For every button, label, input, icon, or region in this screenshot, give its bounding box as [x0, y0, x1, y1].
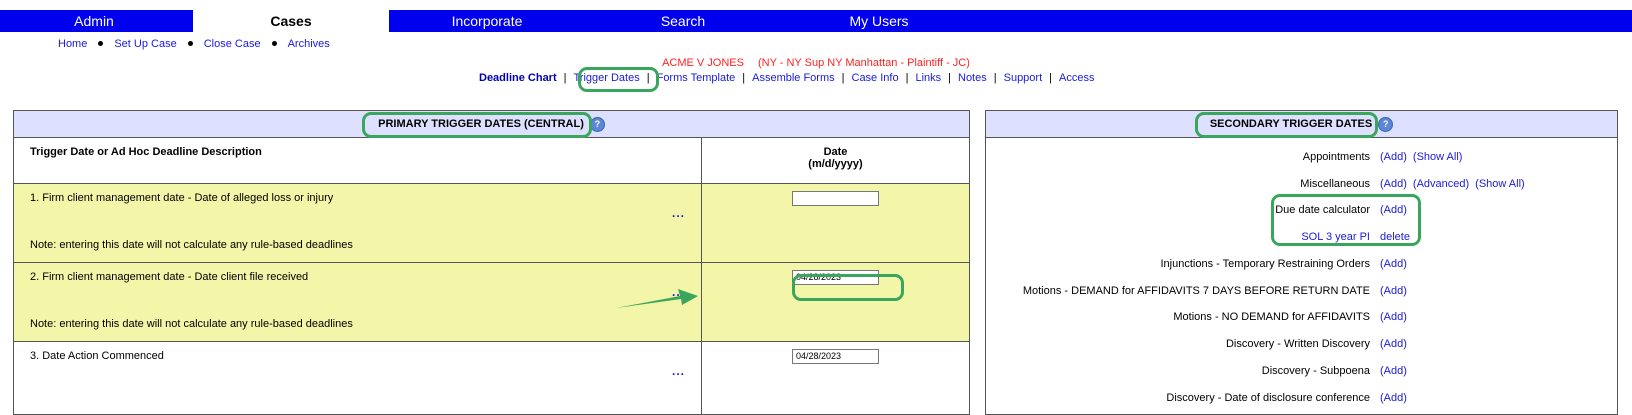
add-link[interactable]: (Add): [1380, 178, 1407, 190]
subnav-close-case-link[interactable]: Close Case: [204, 38, 261, 50]
highlight-primary-title: [362, 112, 592, 138]
help-icon[interactable]: ?: [1378, 117, 1393, 132]
chart-nav: Deadline Chart|Trigger Dates|Forms Templ…: [479, 72, 1094, 84]
highlight-due-date-calculator: [1271, 194, 1421, 246]
trigger-description: 2. Firm client management date - Date cl…: [30, 271, 308, 283]
add-link[interactable]: (Add): [1380, 151, 1407, 163]
secondary-trigger-label: Motions - DEMAND for AFFIDAVITS 7 DAYS B…: [1023, 285, 1370, 297]
secondary-trigger-label: Injunctions - Temporary Restraining Orde…: [1161, 258, 1371, 270]
list-item: Discovery - Subpoena (Add): [986, 365, 1617, 379]
col-date-header: Date(m/d/yyyy): [702, 138, 970, 184]
case-details: (NY - NY Sup NY Manhattan - Plaintiff - …: [758, 57, 970, 69]
show-all-link[interactable]: (Show All): [1475, 178, 1525, 190]
tab-cases[interactable]: Cases: [193, 10, 389, 33]
add-link[interactable]: (Add): [1380, 392, 1407, 404]
chartnav-assemble-forms-link[interactable]: Assemble Forms: [752, 72, 835, 84]
chartnav-forms-template-link[interactable]: Forms Template: [657, 72, 736, 84]
bullet-separator: [98, 41, 103, 46]
add-link[interactable]: (Add): [1380, 365, 1407, 377]
add-link[interactable]: (Add): [1380, 338, 1407, 350]
subnav-home-link[interactable]: Home: [58, 38, 87, 50]
secondary-trigger-panel: SECONDARY TRIGGER DATES? Appointments (A…: [985, 110, 1618, 415]
chartnav-case-info-link[interactable]: Case Info: [852, 72, 899, 84]
arrow-icon: [616, 286, 702, 314]
secondary-trigger-label: Miscellaneous: [1300, 178, 1370, 190]
list-item: Injunctions - Temporary Restraining Orde…: [986, 258, 1617, 272]
highlight-date-field: [792, 274, 904, 301]
more-options-link[interactable]: ...: [672, 206, 685, 220]
case-name: ACME V JONES: [662, 57, 744, 69]
list-item: Discovery - Date of disclosure conferenc…: [986, 392, 1617, 406]
bullet-separator: [188, 41, 193, 46]
secondary-trigger-label: Discovery - Subpoena: [1262, 365, 1370, 377]
help-icon[interactable]: ?: [590, 117, 605, 132]
chartnav-support-link[interactable]: Support: [1004, 72, 1043, 84]
date-input[interactable]: 04/28/2023: [792, 349, 879, 364]
highlight-trigger-dates: [578, 67, 659, 92]
chartnav-notes-link[interactable]: Notes: [958, 72, 987, 84]
list-item: Motions - DEMAND for AFFIDAVITS 7 DAYS B…: [986, 285, 1617, 299]
primary-trigger-panel: PRIMARY TRIGGER DATES (CENTRAL)? Trigger…: [13, 110, 970, 415]
add-link[interactable]: (Add): [1380, 258, 1407, 270]
secondary-trigger-label: Appointments: [1303, 151, 1370, 163]
list-item: Appointments (Add) (Show All): [986, 151, 1617, 165]
chartnav-links-link[interactable]: Links: [915, 72, 941, 84]
tab-admin[interactable]: Admin: [0, 10, 188, 32]
trigger-note: Note: entering this date will not calcul…: [30, 318, 353, 330]
show-all-link[interactable]: (Show All): [1413, 151, 1463, 163]
tab-incorporate[interactable]: Incorporate: [389, 10, 585, 32]
bullet-separator: [272, 41, 277, 46]
date-input[interactable]: [792, 191, 879, 206]
table-row: 1. Firm client management date - Date of…: [14, 184, 969, 263]
trigger-note: Note: entering this date will not calcul…: [30, 239, 353, 251]
top-nav-bar: Admin Cases Incorporate Search My Users: [0, 10, 1632, 32]
add-link[interactable]: (Add): [1380, 311, 1407, 323]
chartnav-deadline-chart: Deadline Chart: [479, 72, 557, 84]
add-link[interactable]: (Add): [1380, 285, 1407, 297]
subnav-setup-case-link[interactable]: Set Up Case: [114, 38, 176, 50]
tab-my-users[interactable]: My Users: [781, 10, 977, 32]
list-item: Motions - NO DEMAND for AFFIDAVITS (Add): [986, 311, 1617, 325]
sub-nav: Home Set Up Case Close Case Archives: [58, 38, 330, 50]
case-title: ACME V JONES (NY - NY Sup NY Manhattan - …: [0, 57, 1632, 69]
list-item: Discovery - Written Discovery (Add): [986, 338, 1617, 352]
table-row: 3. Date Action Commenced ... 04/28/2023: [14, 342, 969, 415]
tab-search[interactable]: Search: [585, 10, 781, 32]
chartnav-access-link[interactable]: Access: [1059, 72, 1094, 84]
col-description-header: Trigger Date or Ad Hoc Deadline Descript…: [14, 138, 702, 184]
trigger-description: 1. Firm client management date - Date of…: [30, 192, 333, 204]
more-options-link[interactable]: ...: [672, 364, 685, 378]
secondary-trigger-label: Motions - NO DEMAND for AFFIDAVITS: [1173, 311, 1370, 323]
trigger-description: 3. Date Action Commenced: [30, 350, 164, 362]
advanced-link[interactable]: (Advanced): [1413, 178, 1469, 190]
list-item: Miscellaneous (Add) (Advanced) (Show All): [986, 178, 1617, 192]
secondary-trigger-label: Discovery - Date of disclosure conferenc…: [1166, 392, 1370, 404]
subnav-archives-link[interactable]: Archives: [288, 38, 330, 50]
secondary-trigger-label: Discovery - Written Discovery: [1226, 338, 1370, 350]
highlight-secondary-title: [1195, 112, 1378, 138]
